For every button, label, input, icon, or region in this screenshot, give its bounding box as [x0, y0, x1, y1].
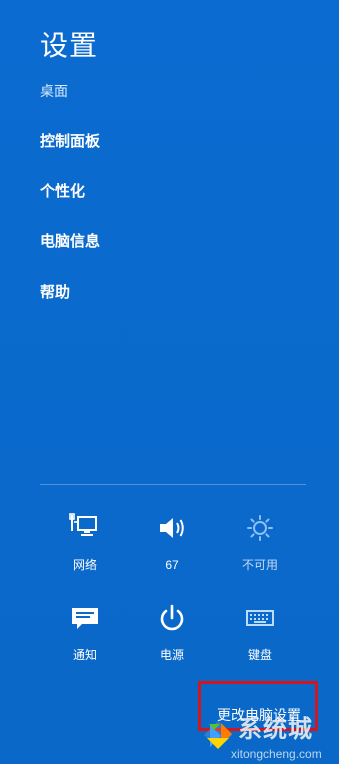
- power-label: 电源: [159, 648, 184, 662]
- notifications-tile[interactable]: 通知: [56, 603, 114, 662]
- menu-item-personalization[interactable]: 个性化: [40, 182, 85, 202]
- volume-icon: [155, 518, 189, 547]
- keyboard-label: 键盘: [247, 648, 272, 662]
- keyboard-tile[interactable]: 键盘: [231, 603, 289, 662]
- notification-icon: [68, 608, 102, 637]
- network-icon: [68, 513, 102, 547]
- volume-tile[interactable]: 67: [143, 513, 201, 572]
- keyboard-icon: [243, 610, 277, 637]
- brightness-status: 不可用: [241, 558, 278, 572]
- page-title: 设置: [40, 30, 99, 61]
- watermark-url: xitongcheng.com: [231, 747, 322, 761]
- settings-charm-panel: 设置 桌面 控制面板 个性化 电脑信息 帮助 网络 67 不可用 通知 电源 键…: [0, 0, 339, 764]
- change-pc-settings-link[interactable]: 更改电脑设置: [198, 681, 318, 731]
- section-divider: [40, 484, 306, 485]
- menu-item-control-panel[interactable]: 控制面板: [40, 132, 100, 152]
- context-subtitle: 桌面: [40, 83, 68, 99]
- change-pc-settings-label: 更改电脑设置: [217, 707, 301, 723]
- menu-item-pc-info[interactable]: 电脑信息: [40, 232, 100, 252]
- network-label: 网络: [72, 558, 97, 572]
- power-tile[interactable]: 电源: [143, 603, 201, 662]
- brightness-icon: [243, 515, 277, 547]
- network-tile[interactable]: 网络: [56, 513, 114, 572]
- notifications-label: 通知: [72, 648, 97, 662]
- brightness-tile[interactable]: 不可用: [231, 513, 289, 572]
- volume-level: 67: [165, 558, 179, 572]
- power-icon: [155, 604, 189, 637]
- menu-item-help[interactable]: 帮助: [40, 283, 70, 303]
